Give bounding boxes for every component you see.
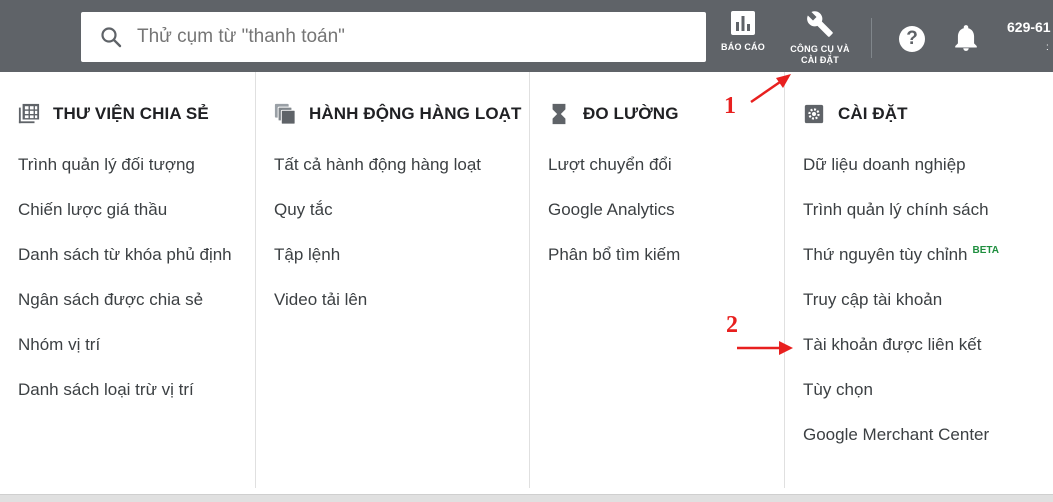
menu-item-policy-manager[interactable]: Trình quản lý chính sách [803,200,999,245]
beta-badge: BETA [972,245,999,257]
menu-item-negative-keyword-lists[interactable]: Danh sách từ khóa phủ định [18,245,232,290]
library-icon [18,103,40,124]
column-header: CÀI ĐẶT [803,103,908,125]
menu-item-shared-budgets[interactable]: Ngân sách được chia sẻ [18,290,232,335]
tools-label-line1: CÔNG CỤ VÀ [790,44,850,54]
column-title: ĐO LƯỜNG [583,104,679,123]
search-icon [101,27,122,48]
custom-dimensions-label: Thứ nguyên tùy chỉnh [803,245,968,264]
menu-item-account-access[interactable]: Truy cập tài khoản [803,290,999,335]
column-header: HÀNH ĐỘNG HÀNG LOẠT [274,103,522,125]
account-sub: : [1046,42,1049,53]
menu-item-video-uploads[interactable]: Video tải lên [274,290,481,335]
reports-label: BÁO CÁO [721,42,765,52]
menu-item-custom-dimensions[interactable]: Thứ nguyên tùy chỉnh BETA [803,245,999,290]
bar-chart-icon [731,11,755,35]
column-header: THƯ VIỆN CHIA SẺ [18,103,209,125]
search-input[interactable] [137,26,677,48]
bulk-actions-icon [274,103,296,125]
column-bulk-actions: HÀNH ĐỘNG HÀNG LOẠT Tất cả hành động hàn… [255,72,529,488]
account-id[interactable]: 629-61 [1007,19,1051,35]
hourglass-icon [552,103,566,125]
menu-item-linked-accounts[interactable]: Tài khoản được liên kết [803,335,999,380]
column-measurement: ĐO LƯỜNG Lượt chuyển đổi Google Analytic… [529,72,784,488]
column-settings: CÀI ĐẶT Dữ liệu doanh nghiệp Trình quản … [784,72,1053,488]
annotation-step-1: 1 [724,93,736,119]
menu-item-rules[interactable]: Quy tắc [274,200,481,245]
menu-item-placement-exclusion-lists[interactable]: Danh sách loại trừ vị trí [18,380,232,425]
bottom-divider [0,494,1053,502]
search-box[interactable] [81,12,706,62]
column-title: THƯ VIỆN CHIA SẺ [53,104,209,123]
menu-item-google-analytics[interactable]: Google Analytics [548,200,680,245]
menu-item-preferences[interactable]: Tùy chọn [803,380,999,425]
menu-item-all-bulk-actions[interactable]: Tất cả hành động hàng loạt [274,155,481,200]
annotation-step-2: 2 [726,312,738,338]
menu-item-google-merchant-center[interactable]: Google Merchant Center [803,425,999,470]
menu-item-audience-manager[interactable]: Trình quản lý đối tượng [18,155,232,200]
column-title: CÀI ĐẶT [838,104,908,123]
reports-button[interactable]: BÁO CÁO [716,10,770,53]
menu-item-business-data[interactable]: Dữ liệu doanh nghiệp [803,155,999,200]
column-header: ĐO LƯỜNG [548,103,679,125]
column-title: HÀNH ĐỘNG HÀNG LOẠT [309,104,522,123]
menu-item-bid-strategies[interactable]: Chiến lược giá thầu [18,200,232,245]
tools-label-line2: CÀI ĐẶT [801,55,839,65]
toolbar-divider [871,18,872,58]
help-icon[interactable]: ? [899,26,925,52]
menu-item-scripts[interactable]: Tập lệnh [274,245,481,290]
settings-icon [804,104,824,124]
bell-icon[interactable] [953,24,979,52]
menu-item-location-groups[interactable]: Nhóm vị trí [18,335,232,380]
top-bar: BÁO CÁO CÔNG CỤ VÀ CÀI ĐẶT ? 629-61 : [0,0,1053,72]
menu-item-conversions[interactable]: Lượt chuyển đổi [548,155,680,200]
wrench-icon [807,11,833,37]
menu-item-search-attribution[interactable]: Phân bổ tìm kiếm [548,245,680,290]
column-shared-library: THƯ VIỆN CHIA SẺ Trình quản lý đối tượng… [0,72,255,488]
tools-settings-button[interactable]: CÔNG CỤ VÀ CÀI ĐẶT [784,10,856,66]
